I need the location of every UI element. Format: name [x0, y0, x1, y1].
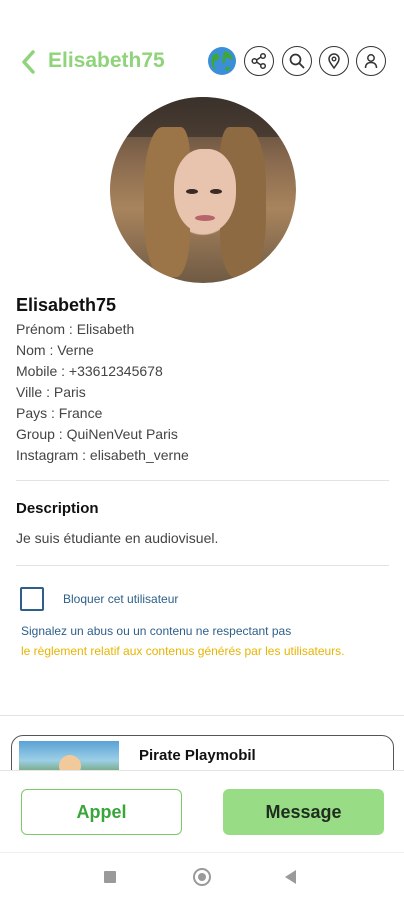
profile-username: Elisabeth75	[16, 295, 117, 315]
field-first-name: Prénom : Elisabeth	[16, 321, 135, 337]
search-icon[interactable]	[282, 46, 312, 76]
recent-apps-icon[interactable]	[104, 871, 116, 883]
nav-back-icon[interactable]	[285, 870, 296, 884]
description-heading: Description	[16, 500, 99, 517]
call-button[interactable]: Appel	[21, 789, 182, 835]
location-pin-icon[interactable]	[319, 46, 349, 76]
system-nav-bar	[0, 852, 404, 900]
field-country: Pays : France	[16, 405, 103, 421]
field-group: Group : QuiNenVeut Paris	[16, 426, 178, 442]
home-icon[interactable]	[193, 868, 211, 886]
section-divider	[0, 715, 404, 716]
globe-icon[interactable]	[207, 46, 237, 76]
person-icon[interactable]	[356, 46, 386, 76]
block-user-checkbox[interactable]	[20, 587, 44, 611]
message-button[interactable]: Message	[223, 789, 384, 835]
divider	[16, 480, 389, 481]
page-title: Elisabeth75	[48, 49, 165, 72]
listing-title: Pirate Playmobil	[139, 747, 256, 764]
profile-info-list: Prénom : Elisabeth Nom : Verne Mobile : …	[16, 319, 189, 466]
field-last-name: Nom : Verne	[16, 342, 94, 358]
report-text: Signalez un abus ou un contenu ne respec…	[21, 624, 292, 638]
field-mobile: Mobile : +33612345678	[16, 363, 163, 379]
field-city: Ville : Paris	[16, 384, 86, 400]
description-text: Je suis étudiante en audiovisuel.	[16, 530, 219, 546]
divider	[16, 565, 389, 566]
share-icon[interactable]	[244, 46, 274, 76]
report-rules-link[interactable]: le règlement relatif aux contenus généré…	[21, 642, 361, 660]
profile-avatar	[110, 97, 296, 283]
field-instagram: Instagram : elisabeth_verne	[16, 447, 189, 463]
bottom-action-bar: Appel Message	[0, 770, 404, 850]
block-user-label[interactable]: Bloquer cet utilisateur	[63, 592, 178, 606]
top-header: Elisabeth75	[0, 40, 404, 84]
back-arrow-icon[interactable]	[18, 48, 40, 76]
